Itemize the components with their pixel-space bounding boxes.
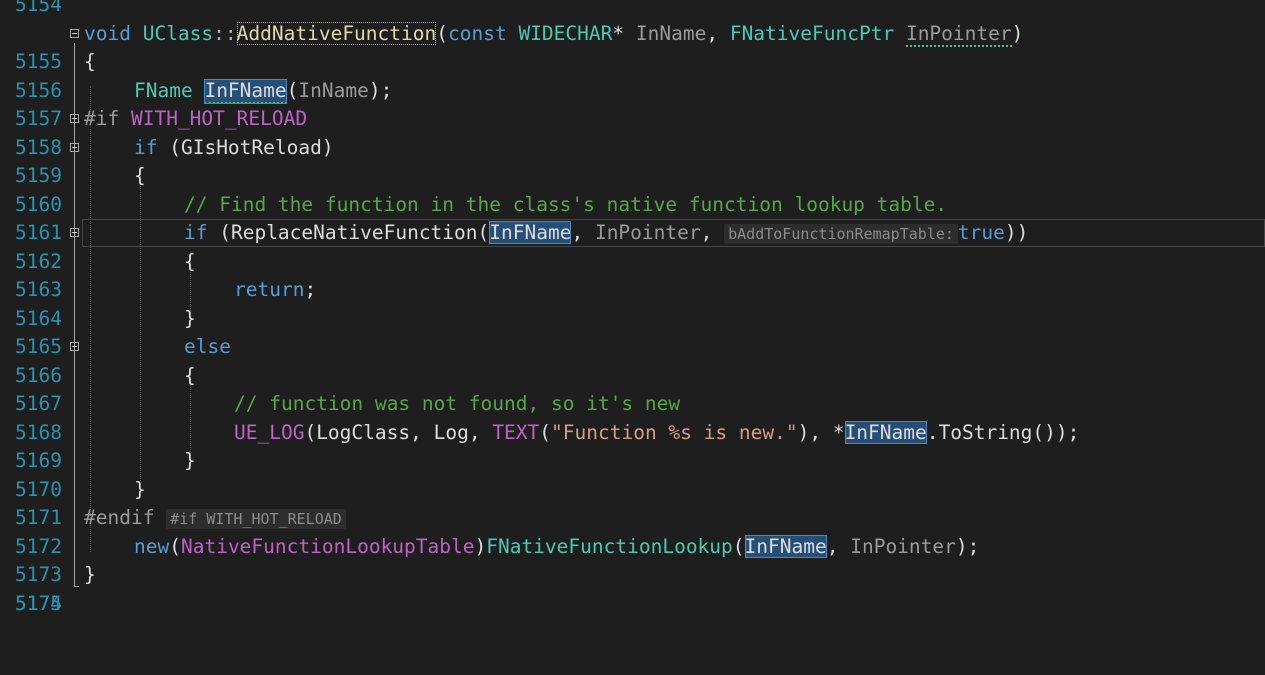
paren: ): [474, 534, 487, 558]
comma: ,: [571, 221, 584, 244]
semicolon: ;: [304, 278, 317, 301]
string-literal: "Function %s is new.": [551, 420, 798, 444]
function-call: (ReplaceNativeFunction(: [219, 221, 490, 244]
keyword: new: [134, 534, 170, 558]
brace: {: [184, 363, 196, 387]
code-line: 5159 if (GIsHotReload): [0, 134, 1265, 188]
keyword: return: [234, 278, 305, 301]
macro-name: WITH_HOT_RELOAD: [130, 107, 308, 130]
code-line: 5171 }: [0, 476, 1265, 530]
fold-collapse-icon[interactable]: [70, 114, 79, 123]
code-editor[interactable]: 5154 5155 void UClass::AddNativeFunction…: [0, 0, 1265, 618]
fold-collapse-icon[interactable]: [70, 142, 79, 152]
parameter: InPointer: [905, 21, 1012, 47]
code-line: 5175: [0, 590, 1265, 619]
method-call: .ToString());: [926, 420, 1080, 444]
paren: (: [169, 534, 181, 558]
semicolon: ;: [380, 78, 393, 102]
comma: ,: [700, 221, 713, 244]
parameter: InPointer: [850, 534, 956, 558]
keyword: else: [184, 335, 231, 358]
brace: {: [84, 50, 96, 73]
operator: *: [612, 21, 625, 45]
code-line: 5168 // function was not found, so it's …: [0, 390, 1265, 444]
brace: }: [184, 449, 196, 472]
code-line: 5174 }: [0, 561, 1265, 615]
class-name: UClass: [142, 21, 214, 45]
variable-highlighted[interactable]: InFName: [744, 534, 827, 558]
line-number: 5154: [15, 0, 62, 16]
code-line: 5166 else: [0, 333, 1265, 387]
code-line: 5163 {: [0, 248, 1265, 302]
comma: ,: [706, 21, 719, 45]
brace: {: [134, 164, 146, 187]
code-line: 5169 UE_LOG(LogClass, Log, TEXT("Functio…: [0, 419, 1265, 472]
code-line: 5155 void UClass::AddNativeFunction(cons…: [0, 20, 1265, 73]
brace: }: [84, 563, 96, 586]
brace: }: [134, 477, 146, 501]
preprocessor-directive: #endif: [84, 506, 155, 529]
keyword: true: [957, 221, 1005, 244]
comma: ,: [826, 534, 839, 558]
code-line: 5173 new(NativeFunctionLookupTable)FNati…: [0, 533, 1265, 586]
code-line: 5165 }: [0, 305, 1265, 359]
paren: ),: [797, 420, 822, 444]
keyword: if: [184, 221, 208, 244]
code-line: 5164 return;: [0, 276, 1265, 330]
variable-highlighted[interactable]: InFName: [204, 78, 287, 104]
fold-collapse-icon[interactable]: [70, 228, 79, 237]
paren: (: [539, 420, 552, 444]
type-name: FNativeFuncPtr: [729, 21, 895, 45]
comment: // function was not found, so it's new: [234, 392, 681, 415]
fold-collapse-icon[interactable]: [70, 342, 79, 351]
paren: (: [436, 21, 448, 45]
parameter: InName: [635, 21, 707, 45]
operator: *: [832, 420, 845, 444]
preprocessor-directive: #if: [84, 107, 120, 130]
code-line: 5172 #endif #if WITH_HOT_RELOAD: [0, 504, 1265, 558]
macro-name: NativeFunctionLookupTable: [180, 534, 475, 558]
parameter: InPointer: [594, 221, 701, 244]
type-name: FName: [134, 78, 193, 102]
variable-highlighted[interactable]: InFName: [489, 221, 572, 244]
inlay-parameter-hint: bAddToFunctionRemapTable:: [724, 224, 958, 244]
comment: // Find the function in the class's nati…: [184, 192, 948, 216]
fold-collapse-icon[interactable]: [70, 28, 79, 38]
paren: );: [955, 534, 980, 558]
type-name: WIDECHAR: [518, 21, 613, 45]
condition: (GIsHotReload): [169, 135, 334, 159]
paren: (: [732, 534, 745, 558]
code-line: 5156 {: [0, 48, 1265, 102]
brace: {: [184, 249, 196, 273]
code-line: 5160 {: [0, 162, 1265, 216]
macro-name: TEXT: [492, 420, 540, 444]
code-line: 5167 {: [0, 362, 1265, 416]
code-line: 5154: [0, 0, 1265, 20]
inlay-endif-hint: #if WITH_HOT_RELOAD: [166, 509, 346, 529]
code-line: 5161 // Find the function in the class's…: [0, 191, 1265, 245]
type-name: FNativeFunctionLookup: [486, 534, 733, 558]
code-line: 5157 FName InFName(InName);: [0, 77, 1265, 130]
code-line: 5170 }: [0, 447, 1265, 501]
macro-name: UE_LOG: [234, 420, 305, 444]
keyword: void: [84, 21, 131, 45]
keyword: const: [448, 21, 507, 45]
brace: }: [184, 306, 196, 330]
paren: )): [1004, 221, 1029, 244]
scope-operator: ::: [213, 21, 237, 45]
paren: ): [1011, 21, 1024, 45]
code-line: 5162 if (ReplaceNativeFunction(InFName, …: [0, 219, 1265, 273]
variable-highlighted[interactable]: InFName: [844, 420, 927, 444]
parameter: InName: [298, 78, 369, 102]
function-name[interactable]: AddNativeFunction: [236, 21, 437, 45]
keyword: if: [134, 135, 158, 159]
macro-args: (LogClass, Log,: [304, 420, 481, 444]
line-number: 5175: [15, 591, 62, 615]
code-line: 5158 #if WITH_HOT_RELOAD: [0, 105, 1265, 159]
